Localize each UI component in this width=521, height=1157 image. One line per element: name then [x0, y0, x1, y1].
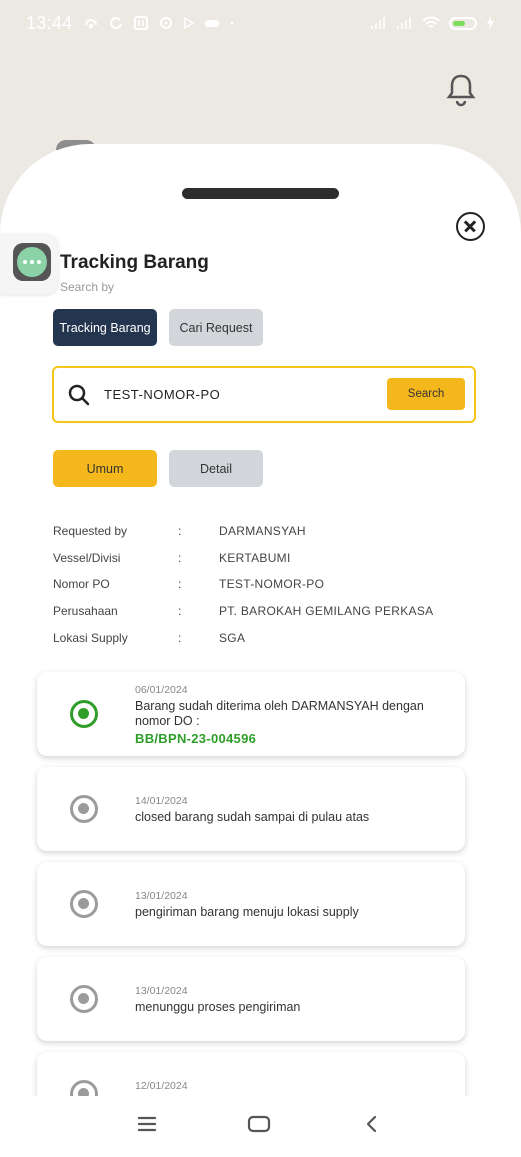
status-active-icon [70, 700, 98, 728]
timeline-text: Barang sudah diterima oleh DARMANSYAH de… [135, 699, 424, 728]
home-icon[interactable] [247, 1114, 271, 1134]
info-separator: : [178, 524, 182, 539]
charging-icon [487, 16, 494, 30]
info-value: SGA [219, 630, 246, 645]
hotspot-icon [84, 19, 97, 28]
tab-cari-request[interactable]: Cari Request [169, 309, 263, 346]
info-key: Requested by [53, 524, 128, 539]
dot-icon [230, 21, 234, 25]
info-value: DARMANSYAH [219, 524, 306, 539]
bell-icon[interactable] [444, 72, 478, 108]
status-time: 13:44 [26, 12, 73, 33]
info-key: Nomor PO [53, 577, 110, 592]
request-info: Requested by : DARMANSYAH Vessel/Divisi … [53, 518, 493, 651]
info-row-requested-by: Requested by : DARMANSYAH [53, 518, 493, 545]
tracking-bottom-sheet: Tracking Barang Search by Tracking Baran… [0, 144, 521, 1096]
info-row-vessel-divisi: Vessel/Divisi : KERTABUMI [53, 545, 493, 572]
timeline-card[interactable]: 14/01/2024 closed barang sudah sampai di… [37, 767, 465, 851]
info-value: TEST-NOMOR-PO [219, 577, 325, 592]
timeline-date: 12/01/2024 [135, 1080, 188, 1092]
search-button[interactable]: Search [387, 378, 465, 410]
signal-icon [371, 17, 385, 29]
battery-icon [449, 16, 477, 30]
timeline-text: pengiriman barang menuju lokasi supply [135, 905, 359, 919]
status-system-icons [369, 15, 495, 31]
timeline-card[interactable]: 06/01/2024 Barang sudah diterima oleh DA… [37, 672, 465, 756]
close-icon[interactable] [456, 212, 485, 241]
search-icon [68, 384, 90, 406]
floating-assistant-button[interactable] [0, 234, 58, 294]
info-value: KERTABUMI [219, 550, 291, 565]
timeline-card[interactable]: 13/01/2024 pengiriman barang menuju loka… [37, 862, 465, 946]
menu-icon[interactable] [135, 1114, 159, 1134]
info-row-lokasi-supply: Lokasi Supply : SGA [53, 624, 493, 651]
info-value: PT. BAROKAH GEMILANG PERKASA [219, 604, 434, 619]
search-input[interactable]: TEST-NOMOR-PO Search [52, 366, 476, 423]
tab-detail[interactable]: Detail [169, 450, 263, 487]
info-separator: : [178, 604, 182, 619]
system-nav-bar [0, 1096, 521, 1157]
sheet-drag-handle[interactable] [182, 188, 339, 199]
timeline-date: 14/01/2024 [135, 795, 188, 807]
status-pending-icon [70, 1080, 98, 1096]
chat-bubble-icon [13, 243, 51, 281]
info-separator: : [178, 577, 182, 592]
info-key: Vessel/Divisi [53, 550, 121, 565]
info-row-perusahaan: Perusahaan : PT. BAROKAH GEMILANG PERKAS… [53, 598, 493, 625]
do-number: BB/BPN-23-004596 [135, 731, 257, 746]
settings-icon [159, 17, 172, 29]
status-bar: 13:44 [0, 0, 521, 46]
timeline-date: 13/01/2024 [135, 985, 188, 997]
timeline-text: closed barang sudah sampai di pulau atas [135, 810, 370, 824]
timeline-date: 13/01/2024 [135, 890, 188, 902]
info-key: Lokasi Supply [53, 630, 128, 645]
timeline-card[interactable]: 12/01/2024 [37, 1052, 465, 1096]
timeline-date: 06/01/2024 [135, 684, 188, 696]
play-icon [183, 16, 194, 30]
info-separator: : [178, 550, 182, 565]
page-title: Tracking Barang [60, 252, 209, 273]
nfc-icon [133, 16, 148, 30]
gamepad-icon [204, 20, 219, 27]
tab-tracking-barang[interactable]: Tracking Barang [53, 309, 157, 346]
timeline-card[interactable]: 13/01/2024 menunggu proses pengiriman [37, 957, 465, 1041]
info-key: Perusahaan [53, 604, 118, 619]
sync-icon [109, 17, 122, 30]
status-pending-icon [70, 890, 98, 918]
search-by-label: Search by [60, 280, 115, 294]
status-pending-icon [70, 985, 98, 1013]
status-notification-icons [83, 15, 235, 31]
wifi-icon [422, 16, 440, 28]
back-icon[interactable] [360, 1114, 384, 1134]
tab-umum[interactable]: Umum [53, 450, 157, 487]
info-row-nomor-po: Nomor PO : TEST-NOMOR-PO [53, 571, 493, 598]
signal-icon-2 [397, 17, 411, 29]
info-separator: : [178, 630, 182, 645]
status-pending-icon [70, 795, 98, 823]
timeline-text: menunggu proses pengiriman [135, 1000, 301, 1014]
search-input-value[interactable]: TEST-NOMOR-PO [104, 387, 220, 402]
